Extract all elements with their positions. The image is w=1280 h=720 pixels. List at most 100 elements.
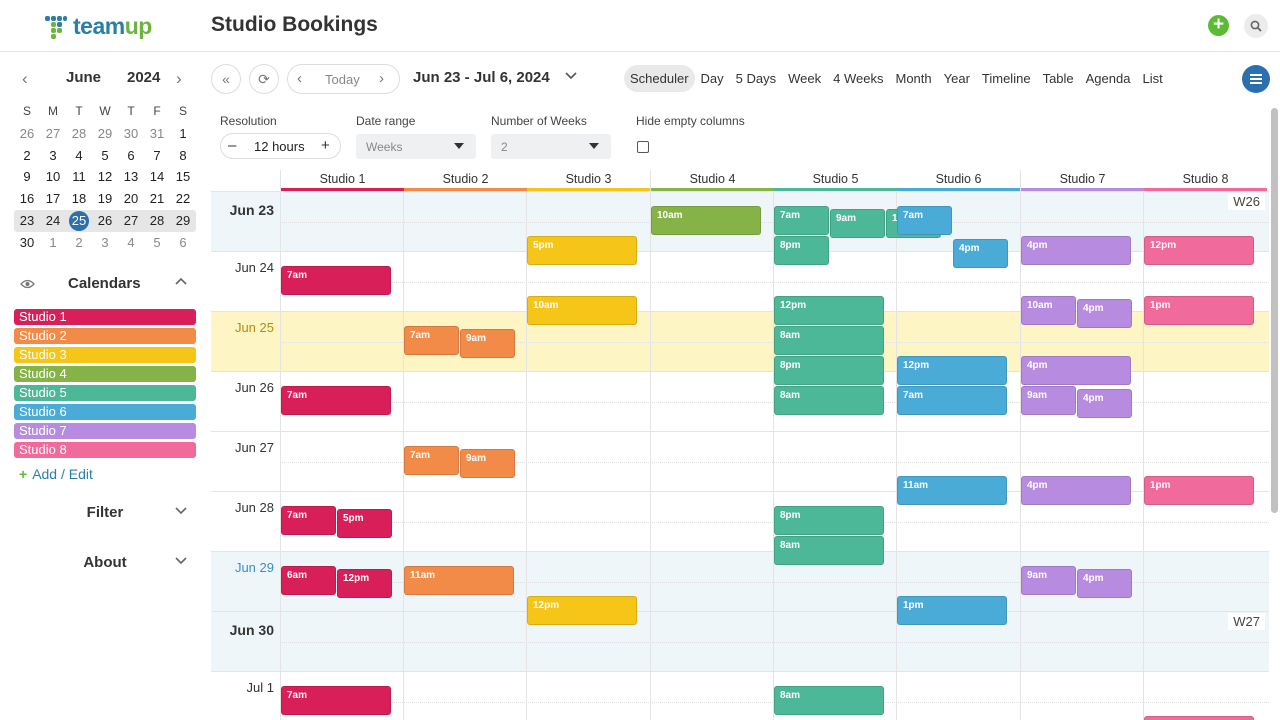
- mini-day[interactable]: 23: [14, 210, 40, 232]
- event-block[interactable]: 8am: [774, 686, 884, 715]
- event-block[interactable]: 7am: [897, 206, 952, 235]
- mini-day[interactable]: 3: [92, 232, 118, 254]
- mini-next-month-icon[interactable]: ›: [176, 69, 182, 89]
- event-block[interactable]: 8am: [774, 536, 884, 565]
- mini-day[interactable]: 10: [40, 166, 66, 188]
- mini-prev-month-icon[interactable]: ‹: [22, 69, 28, 89]
- mini-day[interactable]: 4: [66, 145, 92, 167]
- event-block[interactable]: 12pm: [774, 296, 884, 325]
- mini-day[interactable]: 6: [170, 232, 196, 254]
- mini-day[interactable]: 19: [92, 188, 118, 210]
- event-block[interactable]: 10am: [527, 296, 637, 325]
- date-range-select[interactable]: Weeks: [356, 134, 476, 159]
- calendar-item[interactable]: Studio 7: [14, 423, 196, 439]
- event-block[interactable]: 7am: [281, 266, 391, 295]
- event-block[interactable]: 6am: [281, 566, 336, 595]
- event-block[interactable]: 10am: [651, 206, 761, 235]
- event-block[interactable]: 4pm: [1077, 299, 1132, 328]
- event-block[interactable]: 8pm: [774, 506, 884, 535]
- event-block[interactable]: 12pm: [337, 569, 392, 598]
- event-block[interactable]: 5pm: [527, 236, 637, 265]
- mini-day[interactable]: 18: [66, 188, 92, 210]
- mini-year[interactable]: 2024: [127, 69, 160, 86]
- mini-day[interactable]: 2: [66, 232, 92, 254]
- mini-day[interactable]: 12: [92, 166, 118, 188]
- mini-day[interactable]: 7: [144, 145, 170, 167]
- event-block[interactable]: 9am: [1021, 566, 1076, 595]
- event-block[interactable]: 7am: [281, 386, 391, 415]
- calendar-item[interactable]: Studio 8: [14, 442, 196, 458]
- event-block[interactable]: 8pm: [774, 356, 884, 385]
- mini-day[interactable]: 29: [92, 123, 118, 145]
- calendar-item[interactable]: Studio 4: [14, 366, 196, 382]
- mini-day[interactable]: 5: [144, 232, 170, 254]
- event-block[interactable]: 11am: [897, 476, 1007, 505]
- calendar-item[interactable]: Studio 6: [14, 404, 196, 420]
- event-block[interactable]: 9am: [460, 449, 515, 478]
- mini-month[interactable]: June: [66, 69, 101, 86]
- minus-icon[interactable]: –: [228, 137, 236, 154]
- mini-day[interactable]: 22: [170, 188, 196, 210]
- event-block[interactable]: 4pm: [1021, 476, 1131, 505]
- hide-empty-checkbox[interactable]: [637, 141, 649, 153]
- mini-day[interactable]: 8: [170, 145, 196, 167]
- next-period-icon[interactable]: ›: [379, 70, 384, 87]
- view-tab-day[interactable]: Day: [695, 65, 730, 92]
- mini-day[interactable]: 30: [118, 123, 144, 145]
- chevron-down-icon[interactable]: [175, 507, 187, 515]
- mini-day[interactable]: 29: [170, 210, 196, 232]
- plus-icon[interactable]: +: [321, 137, 330, 154]
- search-button[interactable]: [1244, 14, 1268, 38]
- calendar-item[interactable]: Studio 1: [14, 309, 196, 325]
- today-button[interactable]: Today: [325, 72, 360, 87]
- mini-day[interactable]: 11: [66, 166, 92, 188]
- mini-day[interactable]: 1: [40, 232, 66, 254]
- teamup-logo[interactable]: teamup: [45, 13, 152, 40]
- view-tab-year[interactable]: Year: [938, 65, 976, 92]
- event-block[interactable]: 1pm: [1144, 296, 1254, 325]
- view-tab-table[interactable]: Table: [1037, 65, 1080, 92]
- mini-day[interactable]: 15: [170, 166, 196, 188]
- event-block[interactable]: 7am: [281, 686, 391, 715]
- mini-day[interactable]: 13: [118, 166, 144, 188]
- mini-day[interactable]: 9: [14, 166, 40, 188]
- event-block[interactable]: 12pm: [527, 596, 637, 625]
- mini-day[interactable]: 27: [40, 123, 66, 145]
- chevron-down-icon[interactable]: [565, 72, 577, 80]
- view-tab-timeline[interactable]: Timeline: [976, 65, 1037, 92]
- event-block[interactable]: 4pm: [1077, 569, 1132, 598]
- mini-day[interactable]: 1: [170, 123, 196, 145]
- mini-day[interactable]: 4: [118, 232, 144, 254]
- event-block[interactable]: 7am: [774, 206, 829, 235]
- eye-icon[interactable]: [20, 279, 35, 289]
- event-block[interactable]: 7am: [404, 326, 459, 355]
- event-block[interactable]: 1pm: [897, 596, 1007, 625]
- mini-day[interactable]: 24: [40, 210, 66, 232]
- event-block[interactable]: 4pm: [1077, 389, 1132, 418]
- view-tab-month[interactable]: Month: [889, 65, 937, 92]
- event-block[interactable]: 9am: [1021, 386, 1076, 415]
- event-block[interactable]: 8am: [774, 386, 884, 415]
- event-block[interactable]: 4pm: [953, 239, 1008, 268]
- event-block[interactable]: 1pm: [1144, 476, 1254, 505]
- event-block[interactable]: 5pm: [337, 509, 392, 538]
- date-range-title[interactable]: Jun 23 - Jul 6, 2024: [413, 69, 550, 86]
- about-section[interactable]: About: [14, 554, 196, 574]
- calendars-header[interactable]: Calendars: [14, 275, 196, 295]
- event-block[interactable]: 7am: [281, 506, 336, 535]
- mini-day[interactable]: 28: [144, 210, 170, 232]
- mini-day[interactable]: 16: [14, 188, 40, 210]
- mini-day[interactable]: 21: [144, 188, 170, 210]
- event-block[interactable]: 7am: [404, 446, 459, 475]
- chevron-down-icon[interactable]: [175, 557, 187, 565]
- weeks-select[interactable]: 2: [491, 134, 611, 159]
- event-block[interactable]: 12pm: [1144, 236, 1254, 265]
- mini-day[interactable]: 14: [144, 166, 170, 188]
- vertical-scrollbar[interactable]: [1271, 108, 1278, 513]
- calendar-item[interactable]: Studio 5: [14, 385, 196, 401]
- event-block[interactable]: 4pm: [1021, 236, 1131, 265]
- event-block[interactable]: 9am: [830, 209, 885, 238]
- mini-day[interactable]: 2: [14, 145, 40, 167]
- mini-day[interactable]: 30: [14, 232, 40, 254]
- view-tab-4-weeks[interactable]: 4 Weeks: [827, 65, 889, 92]
